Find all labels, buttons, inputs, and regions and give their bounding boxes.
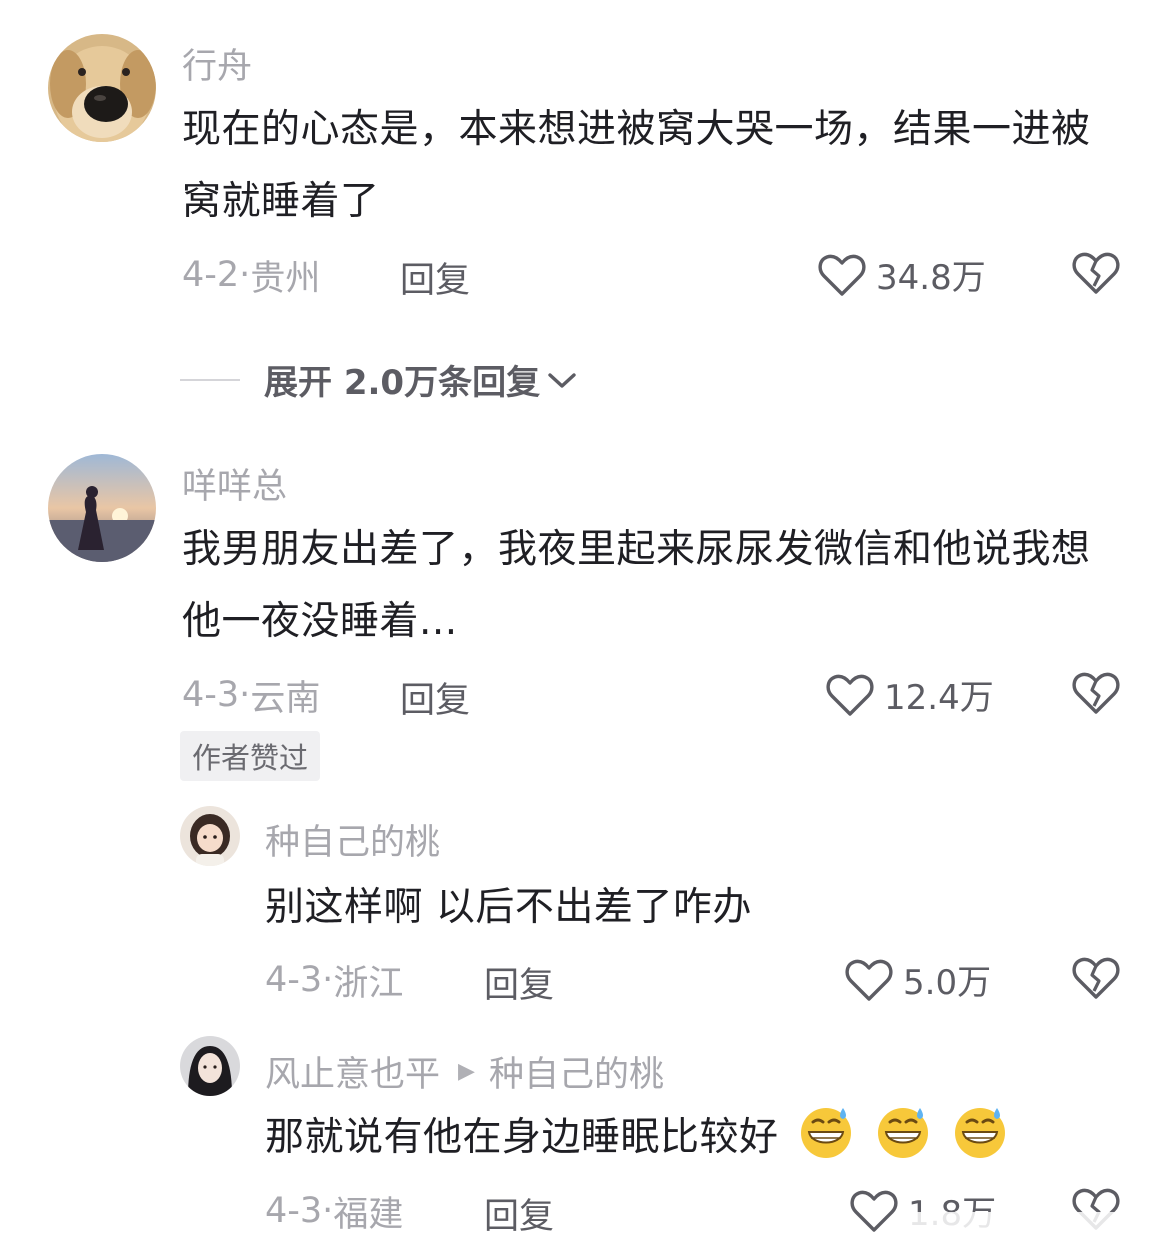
broken-heart-icon [1072, 957, 1120, 999]
reply-text: 别这样啊 以后不出差了咋办 [265, 885, 752, 930]
expand-label: 展开 2.0万条回复 [264, 363, 541, 403]
reply-text: 那就说有他在身边睡眠比较好 [265, 1115, 779, 1160]
heart-outline-icon [826, 674, 874, 716]
dislike-button[interactable] [1072, 670, 1120, 718]
avatar-woman[interactable] [180, 1036, 240, 1096]
reply-author[interactable]: 种自己的桃 [265, 814, 440, 865]
divider-line [180, 378, 240, 381]
author-liked-badge: 作者赞过 [180, 731, 321, 781]
comment-location: 云南 [250, 678, 321, 719]
girl-avatar-icon [180, 806, 240, 866]
comment-author[interactable]: 咩咩总 [182, 458, 287, 509]
comment-text: 我男朋友出差了，我夜里起来尿尿发微信和他说我想他一夜没睡着... [182, 527, 1091, 644]
like-button[interactable]: 5.0万 [845, 955, 991, 1004]
reply-date: 4-3 [265, 960, 323, 1000]
dislike-button[interactable] [1072, 955, 1120, 1003]
heart-outline-icon [818, 254, 866, 296]
grinning-sweat-emoji [878, 1108, 929, 1158]
avatar-sunset[interactable] [48, 454, 156, 562]
heart-outline-icon [850, 1190, 898, 1232]
grinning-sweat-emoji [955, 1108, 1006, 1158]
dislike-button[interactable] [1072, 250, 1120, 298]
broken-heart-icon [1072, 252, 1120, 294]
reply-button[interactable]: 回复 [400, 252, 470, 303]
reply-target-author[interactable]: 种自己的桃 [489, 1046, 664, 1097]
grinning-sweat-emoji [801, 1108, 852, 1158]
dog-avatar-icon [48, 34, 156, 142]
reply-arrow-icon: ▶ [458, 1059, 475, 1084]
reply-button[interactable]: 回复 [484, 1188, 554, 1239]
woman-avatar-icon [180, 1036, 240, 1096]
reply-button[interactable]: 回复 [400, 672, 470, 723]
comment-date: 4-3 [182, 675, 240, 715]
comment-meta: 4-3 · 云南 [182, 670, 320, 720]
comment-location: 贵州 [250, 258, 321, 299]
reply-header: 风止意也平 ▶ 种自己的桃 [265, 1046, 664, 1097]
comment-date: 4-2 [182, 255, 240, 295]
reply-location: 浙江 [333, 963, 404, 1004]
comment-section: 行舟 现在的心态是，本来想进被窝大哭一场，结果一进被窝就睡着了 4-2 · 贵州 回… [0, 0, 1170, 1255]
reply-meta: 4-3 · 浙江 [265, 955, 403, 1005]
like-count: 34.8万 [876, 258, 986, 298]
reply-author[interactable]: 风止意也平 [265, 1046, 440, 1097]
like-count: 12.4万 [884, 678, 994, 718]
heart-outline-icon [845, 959, 893, 1001]
reply-location: 福建 [333, 1194, 404, 1235]
chevron-down-icon [548, 372, 576, 388]
avatar-girl[interactable] [180, 806, 240, 866]
sunset-avatar-icon [48, 454, 156, 562]
comment-meta: 4-2 · 贵州 [182, 250, 320, 300]
like-button[interactable]: 12.4万 [826, 670, 994, 719]
reply-text-row: 那就说有他在身边睡眠比较好 [265, 1102, 1145, 1174]
like-count: 5.0万 [903, 963, 992, 1003]
comment-text: 现在的心态是，本来想进被窝大哭一场，结果一进被窝就睡着了 [182, 107, 1091, 224]
expand-replies-button[interactable]: 展开 2.0万条回复 [180, 355, 578, 404]
reply-meta: 4-3 · 福建 [265, 1186, 403, 1236]
reply-button[interactable]: 回复 [484, 957, 554, 1008]
broken-heart-icon [1072, 672, 1120, 714]
like-button[interactable]: 34.8万 [818, 250, 986, 299]
avatar-dog[interactable] [48, 34, 156, 142]
reply-date: 4-3 [265, 1191, 323, 1231]
comment-author[interactable]: 行舟 [182, 38, 252, 89]
watermark-overlay [905, 1212, 1170, 1255]
